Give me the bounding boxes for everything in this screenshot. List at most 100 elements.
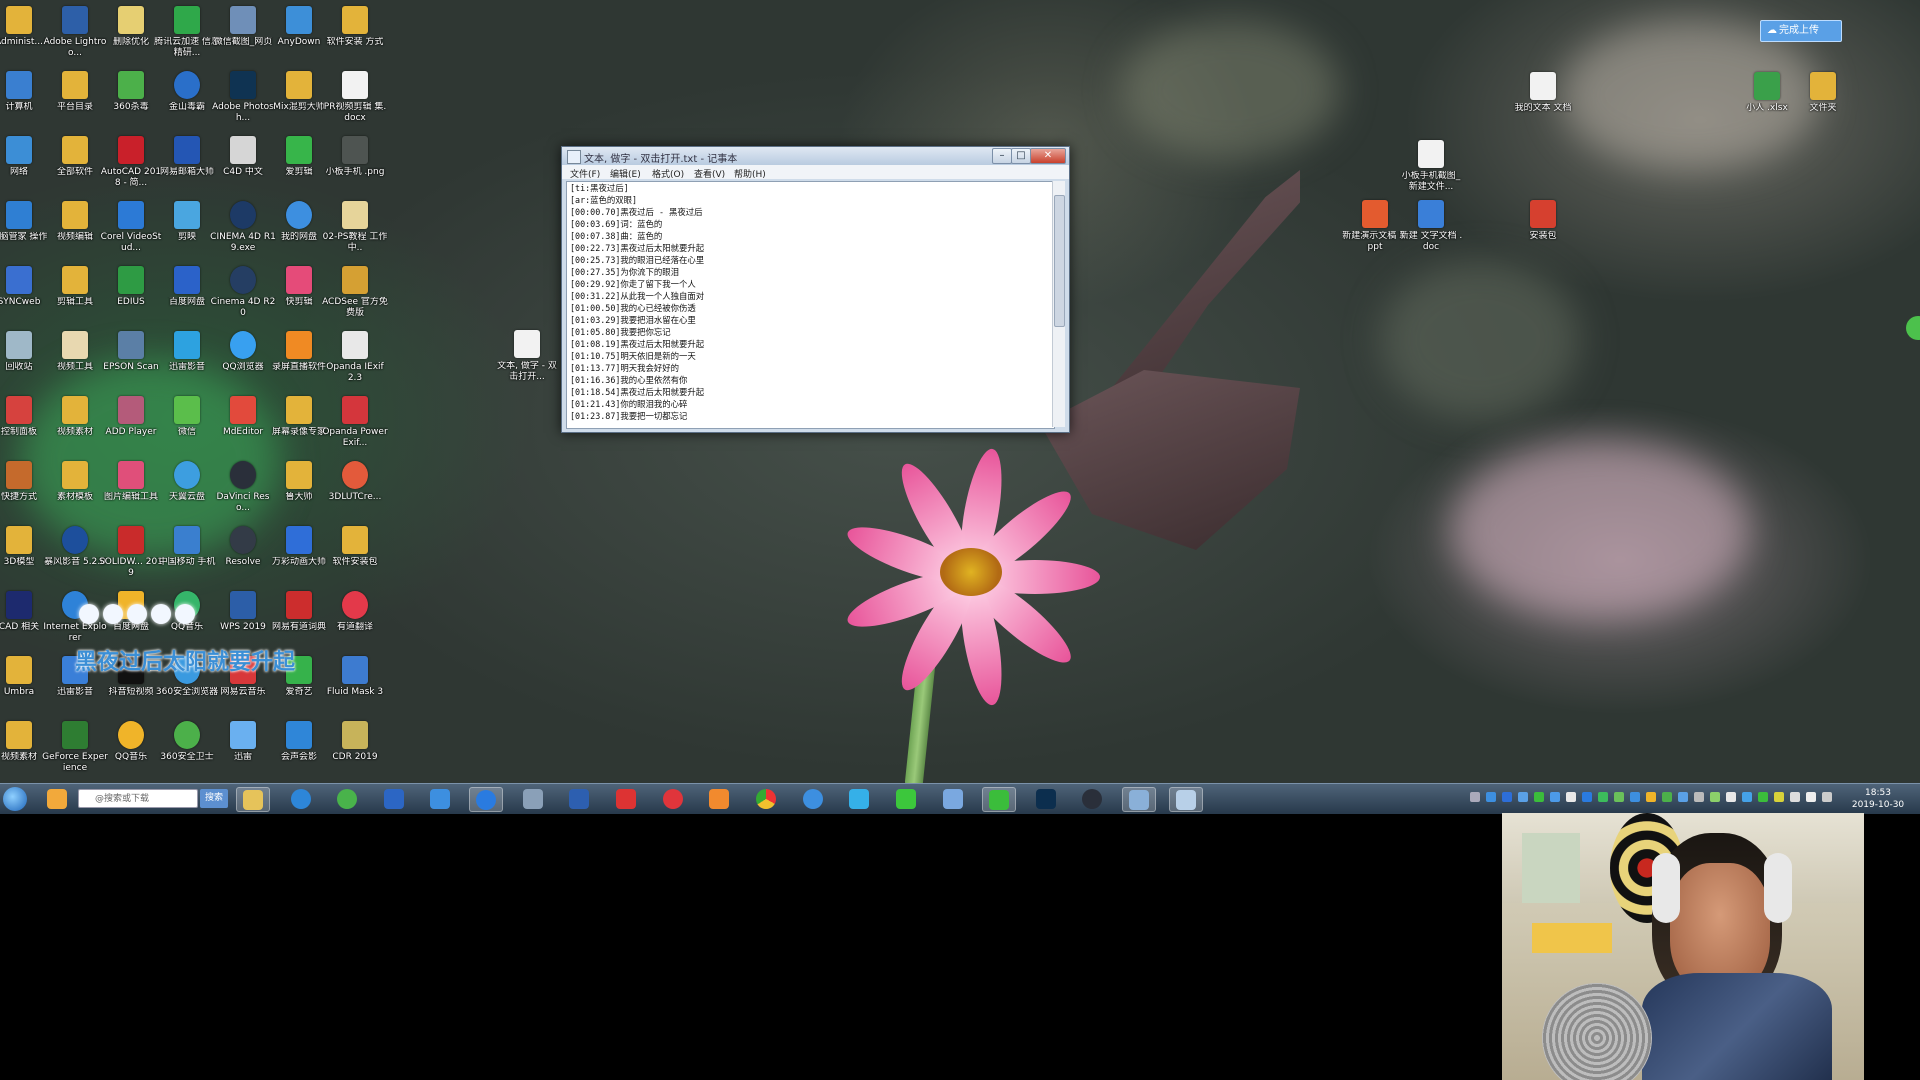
taskbar-baidu-netdisk[interactable] — [423, 787, 457, 812]
taskbar-search-input[interactable]: @搜索或下载 — [78, 789, 198, 808]
taskbar-explorer[interactable] — [236, 787, 270, 812]
network-icon[interactable] — [1790, 792, 1800, 802]
taskbar-youdao[interactable] — [609, 787, 643, 812]
taskbar-app-icon[interactable] — [842, 787, 876, 812]
desktop-icon[interactable]: ACDSee 官方免费版 — [322, 266, 388, 319]
minimize-button[interactable]: – — [992, 148, 1012, 164]
taskbar-360[interactable] — [330, 787, 364, 812]
tray-icon[interactable] — [1614, 792, 1624, 802]
window-title: 文本, 做字 - 双击打开.txt - 记事本 — [584, 154, 738, 165]
text-line: [00:22.73]黑夜过后太阳就要升起 — [570, 243, 705, 253]
desktop-icon[interactable]: 文本, 做字 - 双击打开... — [494, 330, 560, 383]
taskbar-wechat[interactable] — [982, 787, 1016, 812]
desktop-icon[interactable]: 小板手机 .png — [322, 136, 388, 178]
tray-icon[interactable] — [1822, 792, 1832, 802]
text-line: [00:29.92]你走了留下我一个人 — [570, 279, 696, 289]
tray-icon[interactable] — [1598, 792, 1608, 802]
start-button[interactable] — [3, 787, 27, 811]
desktop-icon[interactable]: 软件安装 方式 — [322, 6, 388, 48]
menu-edit[interactable]: 编辑(E) — [610, 167, 641, 180]
system-clock[interactable]: 18:53 2019-10-30 — [1838, 787, 1918, 811]
text-line: [01:00.50]我的心已经被你伤透 — [570, 303, 696, 313]
desktop-icon[interactable]: CDR 2019 — [322, 721, 388, 763]
desktop-icon[interactable]: 安装包 — [1510, 200, 1576, 242]
text-line: [01:13.77]明天我会好好的 — [570, 363, 680, 373]
taskbar-kugou[interactable] — [469, 787, 503, 812]
desktop-icon[interactable]: 文件夹 — [1790, 72, 1856, 114]
upload-button-label: 完成上传 — [1779, 25, 1819, 36]
taskbar-app-icon[interactable] — [516, 787, 550, 812]
tray-icon[interactable] — [1550, 792, 1560, 802]
tray-icon[interactable] — [1662, 792, 1672, 802]
taskbar-davinci[interactable] — [1075, 787, 1109, 812]
taskbar-app-icon[interactable] — [656, 787, 690, 812]
wallpaper-bokeh — [1450, 440, 1750, 620]
text-line: [01:21.43]你的眼泪我的心碎 — [570, 399, 688, 409]
desktop-icon[interactable]: 有道翻译 — [322, 591, 388, 633]
taskbar-browser[interactable] — [284, 787, 318, 812]
vertical-scrollbar[interactable] — [1052, 181, 1065, 427]
desktop-icon[interactable]: Opanda IExif 2.3 — [322, 331, 388, 384]
desktop-icon[interactable]: 02-PS教程 工作中.. — [322, 201, 388, 254]
menu-help[interactable]: 帮助(H) — [734, 167, 766, 180]
close-button[interactable]: ✕ — [1030, 148, 1066, 164]
desktop-icon[interactable]: 软件安装包 — [322, 526, 388, 568]
menu-file[interactable]: 文件(F) — [570, 167, 600, 180]
taskbar-app-icon[interactable] — [936, 787, 970, 812]
loading-dot — [151, 604, 171, 624]
taskbar-app-icon[interactable] — [40, 787, 74, 812]
tray-icon[interactable] — [1646, 792, 1656, 802]
tray-icon[interactable] — [1758, 792, 1768, 802]
scrollbar-thumb[interactable] — [1054, 195, 1065, 327]
tray-icon[interactable] — [1470, 792, 1480, 802]
tray-icon[interactable] — [1678, 792, 1688, 802]
tray-icon[interactable] — [1694, 792, 1704, 802]
text-line: [01:23.87]我要把一切都忘记 — [570, 411, 688, 421]
maximize-button[interactable]: □ — [1011, 148, 1031, 164]
desktop-icon[interactable]: 我的文本 文档 — [1510, 72, 1576, 114]
text-line: [ti:黑夜过后] — [570, 183, 629, 193]
taskbar-app-icon[interactable] — [1122, 787, 1156, 812]
desktop-icon[interactable]: Fluid Mask 3 — [322, 656, 388, 698]
loading-dot — [175, 604, 195, 624]
taskbar-iqiyi[interactable] — [889, 787, 923, 812]
tray-icon[interactable] — [1774, 792, 1784, 802]
screen: Administ... Adobe Lightroo... 删除优化 腾讯云加速… — [0, 0, 1920, 1080]
taskbar: @搜索或下载 搜索 18:53 2019-10-30 — [0, 783, 1920, 814]
taskbar-search-button[interactable]: 搜索 — [200, 789, 228, 808]
taskbar-chrome[interactable] — [749, 787, 783, 812]
tray-icon[interactable] — [1630, 792, 1640, 802]
desktop-icon[interactable]: Opanda PowerExif... — [322, 396, 388, 449]
tray-icon[interactable] — [1502, 792, 1512, 802]
search-placeholder: @搜索或下载 — [95, 794, 150, 804]
text-line: [01:05.80]我要把你忘记 — [570, 327, 671, 337]
tray-icon[interactable] — [1742, 792, 1752, 802]
text-line: [00:00.70]黑夜过后 - 黑夜过后 — [570, 207, 703, 217]
tray-icon[interactable] — [1582, 792, 1592, 802]
tray-icon[interactable] — [1710, 792, 1720, 802]
desktop-icon[interactable]: 小板手机截图_新建文件... — [1398, 140, 1464, 193]
text-line: [00:07.38]曲：蓝色的 — [570, 231, 663, 241]
floating-widget-icon[interactable] — [1906, 316, 1920, 340]
tray-icon[interactable] — [1486, 792, 1496, 802]
text-line: [00:03.69]词：蓝色的 — [570, 219, 663, 229]
taskbar-notepad[interactable] — [1169, 787, 1203, 812]
desktop-icon[interactable]: 3DLUTCre... — [322, 461, 388, 503]
taskbar-photoshop[interactable] — [1029, 787, 1063, 812]
menu-format[interactable]: 格式(O) — [652, 167, 684, 180]
tray-icon[interactable] — [1726, 792, 1736, 802]
desktop-icon[interactable]: 新建 文字文档 .doc — [1398, 200, 1464, 253]
menu-view[interactable]: 查看(V) — [694, 167, 725, 180]
taskbar-app-icon[interactable] — [702, 787, 736, 812]
notepad-titlebar[interactable]: 文本, 做字 - 双击打开.txt - 记事本 – □ ✕ — [562, 147, 1069, 165]
tray-icon[interactable] — [1566, 792, 1576, 802]
tray-icon[interactable] — [1518, 792, 1528, 802]
volume-icon[interactable] — [1806, 792, 1816, 802]
tray-icon[interactable] — [1534, 792, 1544, 802]
taskbar-app-icon[interactable] — [796, 787, 830, 812]
desktop-icon[interactable]: PR视频剪辑 集.docx — [322, 71, 388, 124]
taskbar-app-icon[interactable] — [377, 787, 411, 812]
notepad-text-area[interactable]: [ti:黑夜过后] [ar:蓝色的双眼] [00:00.70]黑夜过后 - 黑夜… — [566, 181, 1055, 429]
upload-button[interactable]: ☁ 完成上传 — [1760, 20, 1842, 42]
taskbar-app-icon[interactable] — [562, 787, 596, 812]
